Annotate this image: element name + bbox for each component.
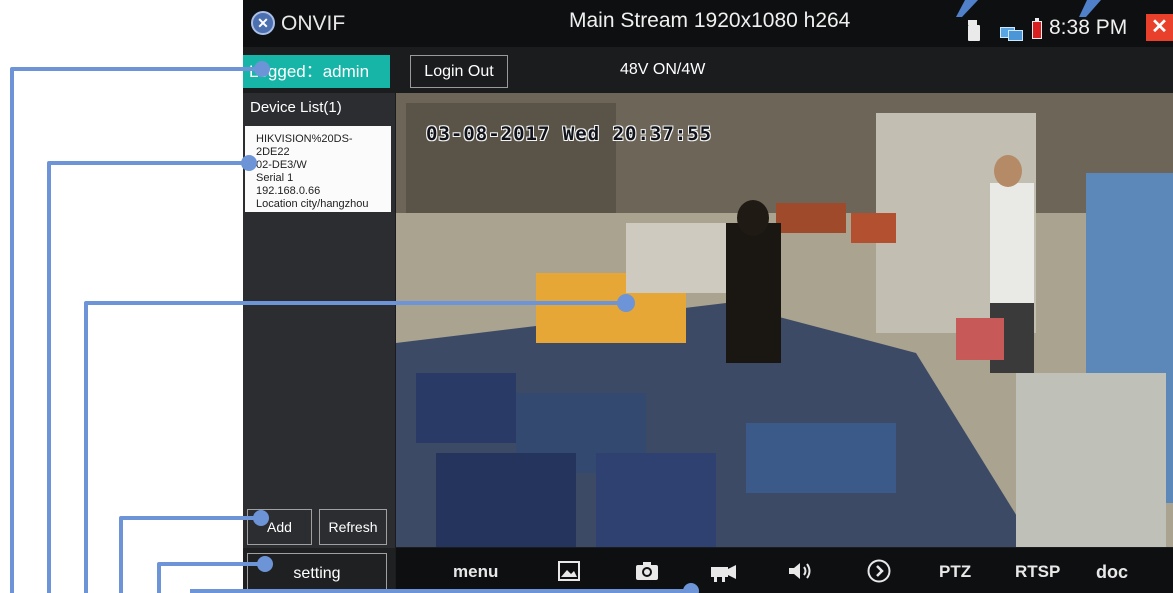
title-bar: ✕ ONVIF Main Stream 1920x1080 h264 8:38 … xyxy=(243,0,1173,47)
volume-icon[interactable] xyxy=(788,561,814,586)
play-icon[interactable] xyxy=(867,559,891,588)
device-ip: 192.168.0.66 xyxy=(256,185,321,197)
battery-icon xyxy=(1032,18,1042,39)
app-title: ONVIF xyxy=(281,12,346,35)
image-icon[interactable] xyxy=(558,561,580,586)
video-preview[interactable]: 03-08-2017 Wed 20:37:55 xyxy=(396,93,1173,547)
doc-button[interactable]: doc xyxy=(1096,562,1128,583)
onvif-logo-icon: ✕ xyxy=(251,11,275,35)
device-name-line2: 02-DE3/W xyxy=(256,159,307,171)
device-serial: Serial 1 xyxy=(256,172,294,184)
menu-button[interactable]: menu xyxy=(453,562,498,582)
callout-line-device xyxy=(47,161,249,593)
logged-in-status: Logged：admin xyxy=(243,55,390,88)
camera-feed-image xyxy=(396,93,1173,547)
ptz-button[interactable]: PTZ xyxy=(939,562,971,582)
clock: 8:38 PM xyxy=(1049,16,1128,39)
rtsp-button[interactable]: RTSP xyxy=(1015,562,1060,582)
refresh-button[interactable]: Refresh xyxy=(319,509,387,545)
bottom-toolbar: menu PTZ RTSP doc xyxy=(396,548,1173,593)
add-button[interactable]: Add xyxy=(247,509,312,545)
stream-title: Main Stream 1920x1080 h264 xyxy=(569,9,851,32)
callout-line-logged xyxy=(10,67,262,593)
device-list-title: Device List(1) xyxy=(250,99,342,116)
network-icon xyxy=(1000,25,1023,41)
record-icon[interactable] xyxy=(710,561,738,588)
camera-icon[interactable] xyxy=(635,561,659,586)
sd-card-icon xyxy=(968,20,980,41)
power-status: 48V ON/4W xyxy=(620,61,706,78)
video-timestamp-overlay: 03-08-2017 Wed 20:37:55 xyxy=(426,123,713,145)
device-list-item[interactable]: HIKVISION%20DS-2DE22 02-DE3/W Serial 1 1… xyxy=(245,126,391,212)
device-name-line1: HIKVISION%20DS-2DE22 xyxy=(256,133,353,158)
device-list-panel: Device List(1) HIKVISION%20DS-2DE22 02-D… xyxy=(243,93,395,548)
callout-line-add xyxy=(119,516,261,593)
setting-button[interactable]: setting xyxy=(247,553,387,593)
onvif-app-window: ✕ ONVIF Main Stream 1920x1080 h264 8:38 … xyxy=(243,0,1173,593)
login-out-button[interactable]: Login Out xyxy=(410,55,508,88)
device-location: Location city/hangzhou xyxy=(256,198,369,210)
close-icon[interactable]: ✕ xyxy=(1146,14,1173,41)
